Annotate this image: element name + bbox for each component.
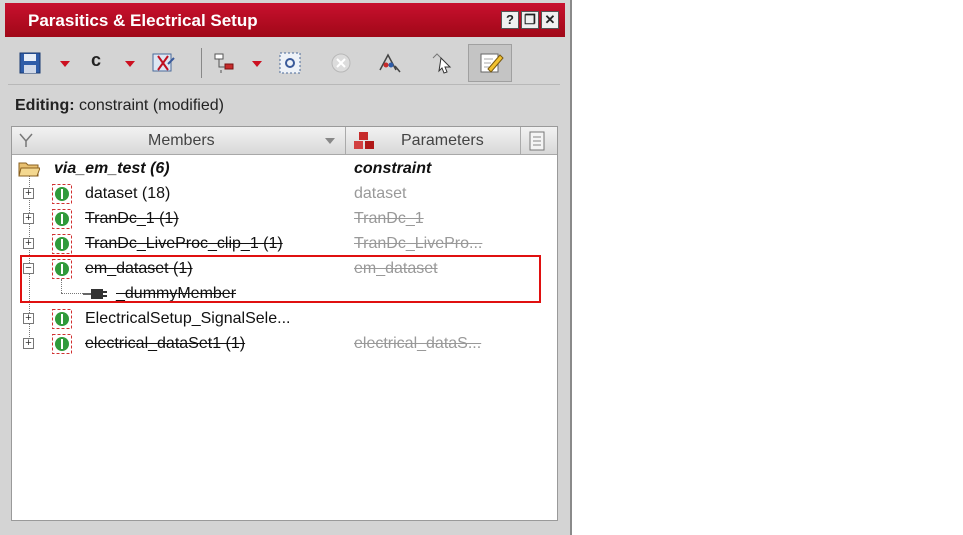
expand-icon[interactable]: + — [23, 238, 34, 249]
tree-row[interactable]: + dataset (18) dataset — [12, 182, 552, 206]
parameters-icon — [354, 132, 374, 149]
tree-row[interactable]: + TranDc_1 (1) TranDc_1 — [12, 207, 552, 231]
column-divider[interactable] — [520, 127, 521, 154]
tree-row[interactable]: + electrical_dataSet1 (1) electrical_dat… — [12, 332, 552, 356]
tree-row-name: ElectricalSetup_SignalSele... — [85, 310, 291, 327]
tree-row[interactable]: + ElectricalSetup_SignalSele... — [12, 307, 552, 331]
tree-row-param: dataset — [354, 185, 407, 202]
tree-row-param: electrical_dataS... — [354, 335, 482, 352]
expand-icon[interactable]: + — [23, 213, 34, 224]
tree-row-name: TranDc_LiveProc_clip_1 (1) — [85, 235, 283, 252]
window-buttons: ? ❐ ✕ — [501, 11, 559, 29]
edit-button[interactable] — [468, 44, 512, 82]
constraint-node-icon — [52, 209, 72, 229]
tree-row-name: TranDc_1 (1) — [85, 210, 179, 227]
expand-icon[interactable]: + — [23, 188, 34, 199]
tree-root-name: via_em_test (6) — [54, 160, 170, 177]
expand-icon[interactable]: + — [23, 338, 34, 349]
title-bar[interactable]: Parasitics & Electrical Setup ? ❐ ✕ — [5, 3, 565, 37]
edit-icon — [480, 53, 504, 73]
c-button[interactable]: c — [91, 50, 101, 72]
c-dropdown-icon[interactable] — [123, 52, 137, 74]
fit-icon[interactable] — [277, 52, 303, 74]
toolbar: c — [8, 40, 560, 85]
parameters-header[interactable]: Parameters — [401, 132, 484, 150]
editing-label: Editing: — [15, 97, 75, 114]
tree-row-param: TranDc_LivePro... — [354, 235, 483, 252]
sort-arrow-icon[interactable] — [324, 137, 336, 145]
load-icon[interactable] — [150, 52, 176, 74]
help-button[interactable]: ? — [501, 11, 519, 29]
cancel-icon[interactable] — [329, 52, 353, 74]
save-icon[interactable] — [18, 52, 42, 74]
members-header[interactable]: Members — [148, 132, 215, 150]
window-title: Parasitics & Electrical Setup — [28, 11, 258, 30]
tree-row[interactable]: + TranDc_LiveProc_clip_1 (1) TranDc_Live… — [12, 232, 552, 256]
tree-row-name: dataset (18) — [85, 185, 171, 202]
restore-button[interactable]: ❐ — [521, 11, 539, 29]
close-button[interactable]: ✕ — [541, 11, 559, 29]
highlight-box — [20, 255, 541, 303]
filter-icon[interactable] — [18, 132, 34, 149]
column-divider[interactable] — [345, 127, 346, 154]
constraint-node-icon — [52, 334, 72, 354]
hierarchy-dropdown-icon[interactable] — [250, 52, 264, 74]
constraint-node-icon — [52, 309, 72, 329]
save-dropdown-icon[interactable] — [58, 52, 72, 74]
tree-root-param: constraint — [354, 160, 432, 177]
select-icon[interactable] — [429, 52, 455, 74]
tree-row-name: electrical_dataSet1 (1) — [85, 335, 246, 352]
probe-icon[interactable] — [376, 52, 402, 74]
column-chooser-icon[interactable] — [528, 131, 546, 151]
folder-open-icon — [18, 162, 40, 177]
editing-value: constraint (modified) — [79, 97, 224, 114]
constraint-node-icon — [52, 234, 72, 254]
tree-root-row[interactable]: via_em_test (6) constraint — [12, 157, 552, 181]
toolbar-separator — [201, 48, 202, 78]
expand-icon[interactable]: + — [23, 313, 34, 324]
constraint-node-icon — [52, 184, 72, 204]
constraint-tree[interactable]: Members Parameters via_em_test (6) const… — [11, 126, 558, 521]
parasitics-panel: Parasitics & Electrical Setup ? ❐ ✕ c Ed… — [0, 0, 572, 535]
hierarchy-icon[interactable] — [211, 52, 237, 74]
tree-header: Members Parameters — [12, 127, 557, 155]
tree-row-param: TranDc_1 — [354, 210, 424, 227]
editing-status: Editing: constraint (modified) — [15, 97, 224, 115]
